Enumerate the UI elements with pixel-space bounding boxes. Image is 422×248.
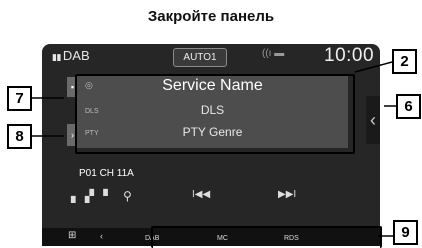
callout-9: 9 (393, 220, 418, 245)
callout-leader-lines (30, 61, 398, 237)
callout-7: 7 (7, 86, 32, 111)
callout-2: 2 (392, 49, 417, 74)
callout-8: 8 (7, 124, 32, 149)
callout-6: 6 (396, 94, 421, 119)
